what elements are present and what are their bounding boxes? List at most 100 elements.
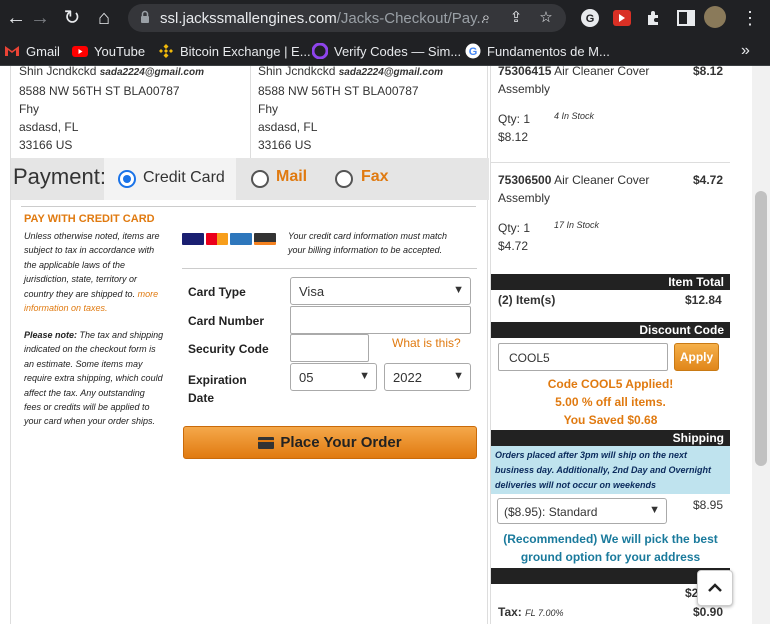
shipping-method-select[interactable]: ($8.95): Standard ▼ — [497, 498, 667, 524]
billing-address: Shin Jcndkckd sada2224@gmail.com 8588 NW… — [19, 66, 204, 152]
page-scrollbar[interactable] — [752, 66, 770, 624]
estimate-note: Please note: The tax and shipping indica… — [24, 330, 164, 427]
credit-card-label[interactable]: Credit Card — [143, 169, 225, 187]
scroll-thumb[interactable] — [755, 191, 767, 466]
item-2-stock: 17 In Stock — [554, 220, 600, 230]
order-summary: 75306415 Air Cleaner Cover Assembly $8.1… — [490, 66, 730, 624]
section-divider — [21, 206, 476, 207]
expiration-label: Expiration Date — [188, 373, 247, 405]
item-total-header: Item Total — [491, 274, 730, 290]
bookmark-fundamentos[interactable]: G Fundamentos de M... — [465, 42, 610, 60]
mail-radio[interactable] — [251, 170, 269, 188]
promo-saved: You Saved $0.68 — [563, 413, 658, 427]
card-logos — [182, 233, 276, 245]
reload-icon[interactable]: ↻ — [60, 6, 84, 30]
card-number-input[interactable] — [290, 306, 471, 334]
chevron-down-icon: ▼ — [453, 284, 464, 296]
credit-card-icon — [258, 436, 275, 449]
item-count: (2) Item(s) — [498, 293, 556, 307]
expiration-year-select[interactable]: 2022 ▼ — [384, 363, 471, 391]
tax-value: $0.90 — [693, 605, 724, 619]
back-to-top-button[interactable] — [697, 570, 733, 606]
form-divider — [182, 268, 477, 269]
pay-with-credit-card-title: PAY WITH CREDIT CARD — [24, 213, 155, 225]
what-is-this-link[interactable]: What is this? — [392, 336, 461, 350]
item-1-qty: Qty: 1 — [498, 112, 531, 126]
apply-button[interactable]: Apply — [674, 343, 719, 371]
svg-text:G: G — [469, 46, 478, 58]
bookmark-bitcoin-exchange[interactable]: Bitcoin Exchange | E... — [158, 42, 311, 60]
item-1-price: $8.12 — [693, 66, 724, 78]
binance-icon — [159, 44, 173, 58]
promo-applied: Code COOL5 Applied! — [547, 377, 674, 391]
item-2-price: $4.72 — [693, 173, 724, 187]
item-1-line-total: $8.12 — [498, 130, 529, 144]
chevron-down-icon: ▼ — [649, 504, 660, 516]
item-1-stock: 4 In Stock — [554, 111, 595, 121]
verify-codes-icon — [312, 43, 328, 59]
item-total-value: $12.84 — [685, 293, 722, 307]
shipping-recommendation: (Recommended) We will pick the best grou… — [503, 532, 718, 564]
subtotal-header: Sub — [491, 568, 730, 584]
tax-note: Unless otherwise noted, items are subjec… — [24, 231, 160, 314]
url-text: ssl.jackssmallengines.com/Jacks-Checkout… — [160, 10, 490, 27]
extension-g-icon[interactable]: G — [580, 8, 600, 28]
back-arrow-icon[interactable]: ← — [4, 6, 28, 30]
sidepanel-icon[interactable] — [676, 8, 696, 28]
card-type-select[interactable]: Visa ▼ — [290, 277, 471, 305]
mastercard-icon — [206, 233, 228, 245]
chevron-down-icon: ▼ — [359, 370, 370, 382]
place-order-button[interactable]: Place Your Order — [183, 426, 477, 459]
payment-label: Payment: — [13, 164, 106, 189]
share-icon[interactable]: ⇪ — [508, 10, 524, 26]
extension-red-icon[interactable] — [612, 8, 632, 28]
item-2-qty: Qty: 1 — [498, 221, 531, 235]
tab-credit-card[interactable]: Credit Card — [104, 158, 236, 200]
bookmark-gmail[interactable]: Gmail — [4, 42, 60, 60]
promo-percent: 5.00 % off all items. — [555, 395, 666, 409]
shipping-note: Orders placed after 3pm will ship on the… — [491, 446, 730, 494]
cart-item-2: 75306500 Air Cleaner Cover Assembly — [498, 173, 650, 205]
profile-avatar[interactable] — [704, 6, 726, 28]
fax-label[interactable]: Fax — [361, 168, 389, 186]
zoom-icon[interactable]: ⌕ — [478, 10, 494, 26]
gmail-icon — [5, 46, 19, 56]
discount-header: Discount Code — [491, 322, 730, 338]
expiration-month-select[interactable]: 05 ▼ — [290, 363, 377, 391]
shipping-price: $8.95 — [693, 498, 724, 512]
security-code-input[interactable] — [290, 334, 369, 362]
more-bookmarks[interactable]: » — [741, 42, 750, 60]
shipping-address: Shin Jcndkckd sada2224@gmail.com 8588 NW… — [258, 66, 443, 152]
security-code-label: Security Code — [188, 342, 269, 356]
bookmarks-bar: Gmail YouTube Bitcoin Exchange | E... Ve… — [0, 36, 770, 66]
youtube-icon — [72, 46, 88, 57]
forward-arrow-icon[interactable]: → — [28, 6, 52, 30]
chevron-up-icon — [708, 583, 722, 592]
credit-card-radio[interactable] — [118, 170, 136, 188]
billing-match-note: Your credit card information must match … — [288, 231, 448, 256]
lock-icon — [141, 10, 149, 23]
item-2-line-total: $4.72 — [498, 239, 529, 253]
amex-icon — [230, 233, 252, 245]
svg-text:G: G — [586, 13, 595, 25]
mail-label[interactable]: Mail — [276, 168, 307, 186]
bookmark-verify-codes[interactable]: Verify Codes — Sim... — [312, 42, 461, 60]
address-bar[interactable]: ssl.jackssmallengines.com/Jacks-Checkout… — [128, 4, 566, 32]
bookmark-youtube[interactable]: YouTube — [72, 42, 145, 60]
puzzle-icon[interactable] — [644, 8, 664, 28]
visa-icon — [182, 233, 204, 245]
payment-method-bar: Payment: Credit Card Mail Fax — [11, 158, 489, 200]
address-divider — [250, 66, 251, 158]
card-number-label: Card Number — [188, 314, 265, 328]
google-icon: G — [465, 43, 481, 59]
browser-toolbar: ← → ↻ ⌂ ssl.jackssmallengines.com/Jacks-… — [0, 0, 770, 36]
kebab-menu-icon[interactable]: ⋮ — [738, 6, 762, 30]
tax-label: Tax: FL 7.00% — [498, 605, 564, 619]
fax-radio[interactable] — [335, 170, 353, 188]
shipping-header: Shipping — [491, 430, 730, 446]
bookmark-star-icon[interactable]: ☆ — [538, 10, 554, 26]
home-icon[interactable]: ⌂ — [92, 6, 116, 30]
discount-code-input[interactable]: COOL5 — [498, 343, 668, 371]
discover-icon — [254, 233, 276, 245]
cart-item-1: 75306415 Air Cleaner Cover Assembly — [498, 66, 650, 96]
